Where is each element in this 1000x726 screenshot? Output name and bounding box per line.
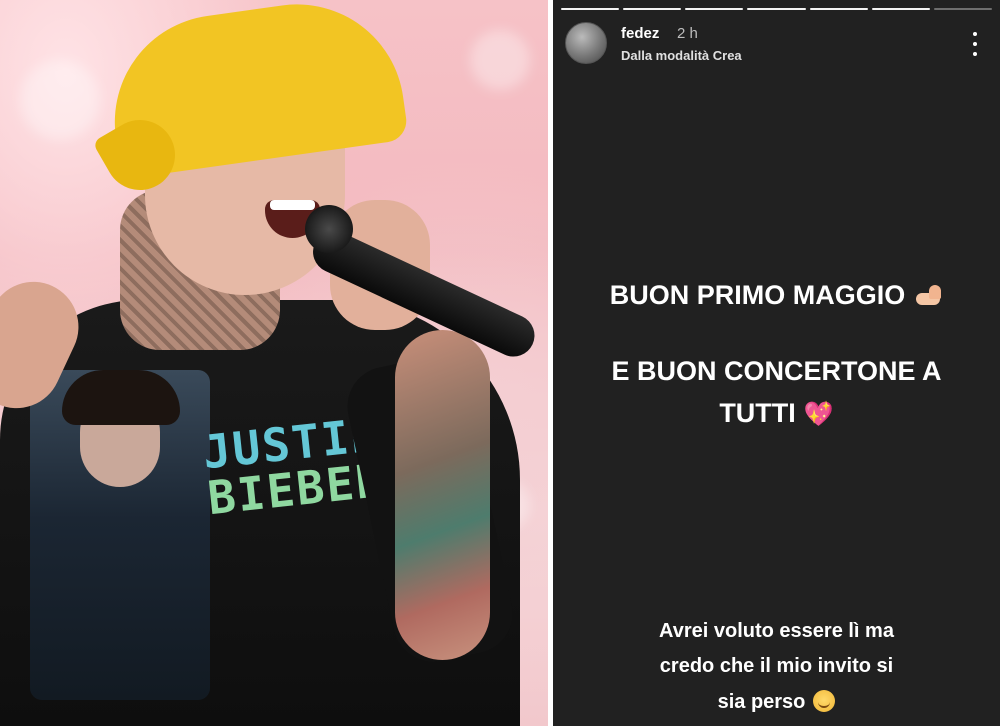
- story-progress-segment: [809, 8, 868, 10]
- more-vertical-icon[interactable]: [968, 32, 982, 56]
- sparkling-heart-icon: 💖: [803, 400, 834, 428]
- sweat-smile-icon: [813, 690, 836, 712]
- flexed-biceps-icon: [913, 284, 943, 309]
- username[interactable]: fedez: [621, 25, 659, 42]
- caption-line2-label: credo che il mio invito si: [659, 655, 894, 677]
- caption-line3: sia perso: [553, 690, 1000, 714]
- caption-line3-label: sia perso: [717, 691, 806, 713]
- shirt-print-hair: [62, 370, 180, 425]
- story-progress-segment: [685, 8, 744, 10]
- post-time: 2 h: [677, 25, 698, 42]
- microphone-head: [305, 205, 353, 253]
- story-progress-bar: [561, 8, 992, 10]
- bokeh-light: [20, 60, 100, 140]
- story-progress-segment: [561, 8, 620, 10]
- story-header: fedez 2 h Dalla modalità Crea: [565, 22, 988, 68]
- caption-line1-label: Avrei voluto essere lì ma: [659, 620, 894, 642]
- story-text-line1: BUON PRIMO MAGGIO: [553, 280, 1000, 311]
- story-progress-segment: [623, 8, 682, 10]
- caption-line1: Avrei voluto essere lì ma: [553, 620, 1000, 643]
- story-progress-segment: [933, 8, 992, 10]
- story-text-line2: E BUON CONCERTONE A: [553, 356, 1000, 387]
- story-text-line3-label: TUTTI: [719, 398, 796, 428]
- story-text-line2-label: E BUON CONCERTONE A: [611, 356, 942, 386]
- story-text-line3: TUTTI 💖: [553, 398, 1000, 429]
- avatar[interactable]: [565, 22, 607, 64]
- singer-teeth: [270, 200, 315, 210]
- story-text-line1-label: BUON PRIMO MAGGIO: [609, 280, 906, 310]
- instagram-story[interactable]: fedez 2 h Dalla modalità Crea BUON PRIMO…: [553, 0, 1000, 726]
- bokeh-light: [470, 30, 530, 90]
- caption-line2: credo che il mio invito si: [553, 655, 1000, 678]
- story-progress-segment: [747, 8, 806, 10]
- story-source-label: Dalla modalità Crea: [621, 48, 742, 63]
- tattooed-arm: [395, 330, 490, 660]
- concert-photo: JUSTIN BIEBER: [0, 0, 548, 726]
- story-progress-segment: [871, 8, 930, 10]
